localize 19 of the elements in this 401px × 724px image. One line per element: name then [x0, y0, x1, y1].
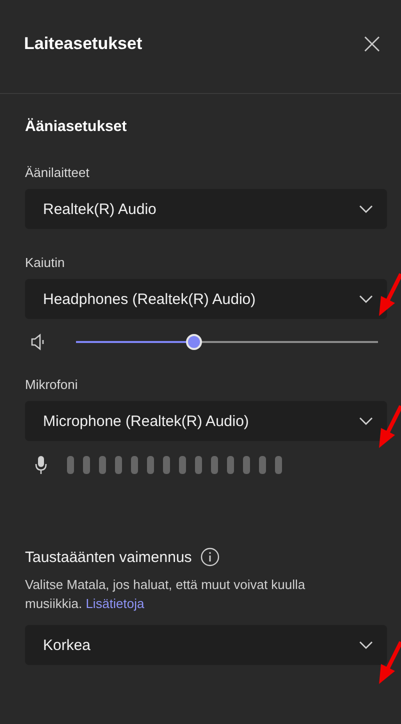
- dropdown[interactable]: Headphones (Realtek(R) Audio): [25, 279, 387, 319]
- field-label: Taustaäänten vaimennus: [25, 548, 192, 566]
- field-label: Kaiutin: [25, 255, 66, 270]
- section-title: Ääniasetukset: [25, 118, 128, 135]
- microphone-icon: [35, 455, 47, 475]
- chevron-icon: [359, 295, 373, 303]
- window-title: Laiteasetukset: [24, 34, 142, 54]
- dropdown[interactable]: Korkea: [25, 625, 387, 665]
- chevron-icon: [359, 641, 373, 649]
- learn-more-link[interactable]: Lisätietoja: [86, 596, 144, 611]
- field-label: Mikrofoni: [25, 377, 79, 392]
- description-text: Valitse Matala, jos haluat, että muut voivat kuulla musiikkia. Lisätietoja: [25, 576, 306, 613]
- close-icon[interactable]: [363, 34, 381, 52]
- dropdown[interactable]: Microphone (Realtek(R) Audio): [25, 401, 387, 441]
- chevron-icon: [359, 417, 373, 425]
- field-label: Äänilaitteet: [25, 165, 90, 180]
- chevron-icon: [359, 205, 373, 213]
- info-icon[interactable]: [200, 547, 220, 567]
- dropdown[interactable]: Realtek(R) Audio: [25, 189, 387, 229]
